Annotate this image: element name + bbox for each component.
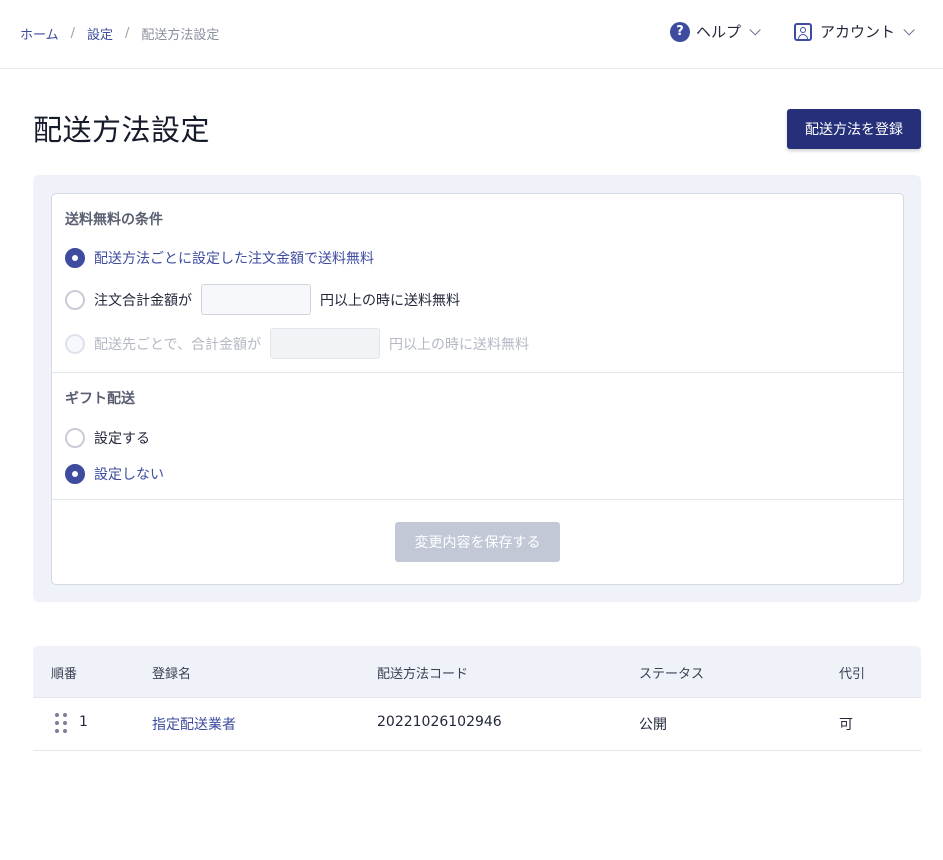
row-cod: 可 [839, 717, 853, 733]
row-name-link[interactable]: 指定配送業者 [152, 714, 236, 734]
free-shipping-option-per-method[interactable]: 配送方法ごとに設定した注文金額で送料無料 [65, 248, 374, 268]
gift-option-enable[interactable]: 設定する [65, 428, 150, 448]
top-bar: ホーム / 設定 / 配送方法設定 ? ヘルプ アカウント [0, 0, 943, 69]
breadcrumb-current: 配送方法設定 [141, 28, 220, 43]
table-header: 順番 登録名 配送方法コード ステータス 代引 [33, 646, 921, 698]
row-status: 公開 [639, 717, 667, 733]
option-destination-suffix: 円以上の時に送料無料 [389, 336, 530, 353]
header-cod: 代引 [839, 667, 866, 682]
breadcrumb-home[interactable]: ホーム [20, 24, 59, 43]
help-icon: ? [670, 21, 690, 42]
gift-disable-label: 設定しない [94, 467, 164, 483]
option-total-suffix: 円以上の時に送料無料 [320, 292, 460, 309]
table-row: 1 指定配送業者 20221026102946 公開 可 [33, 698, 921, 751]
row-order: 1 [79, 714, 88, 730]
breadcrumb-separator: / [125, 26, 130, 41]
save-changes-button[interactable]: 変更内容を保存する [395, 522, 560, 562]
radio-gift-enable[interactable] [65, 428, 85, 448]
free-shipping-option-total: 注文合計金額が 円以上の時に送料無料 [65, 284, 460, 315]
help-label: ヘルプ [696, 23, 742, 41]
destination-amount-input [270, 328, 381, 359]
option-destination-prefix: 配送先ごとで、合計金額が [94, 336, 262, 353]
option-total-prefix: 注文合計金額が [94, 292, 192, 309]
account-label: アカウント [820, 23, 896, 41]
help-menu[interactable]: ? ヘルプ [670, 21, 761, 42]
chevron-down-icon [903, 23, 915, 36]
register-shipping-method-button[interactable]: 配送方法を登録 [787, 109, 921, 149]
gift-enable-label: 設定する [94, 431, 150, 447]
radio-gift-disable[interactable] [65, 464, 85, 484]
divider [52, 372, 903, 373]
header-status: ステータス [639, 667, 705, 682]
option-per-method-label: 配送方法ごとに設定した注文金額で送料無料 [94, 251, 374, 267]
chevron-down-icon [749, 23, 761, 36]
order-total-amount-input[interactable] [201, 284, 311, 315]
header-code: 配送方法コード [377, 667, 469, 682]
settings-card: 送料無料の条件 配送方法ごとに設定した注文金額で送料無料 注文合計金額が 円以上… [51, 193, 904, 585]
drag-handle-icon[interactable] [55, 713, 67, 733]
free-shipping-section-title: 送料無料の条件 [65, 212, 163, 228]
divider [52, 499, 903, 500]
header-order: 順番 [51, 667, 78, 682]
radio-order-total[interactable] [65, 289, 85, 310]
header-name: 登録名 [152, 667, 192, 682]
account-icon [794, 22, 812, 41]
gift-section-title: ギフト配送 [65, 391, 135, 407]
breadcrumb-settings[interactable]: 設定 [87, 24, 113, 43]
radio-per-destination [65, 333, 85, 354]
page-title: 配送方法設定 [33, 113, 211, 147]
free-shipping-option-destination: 配送先ごとで、合計金額が 円以上の時に送料無料 [65, 328, 529, 359]
breadcrumb: ホーム / 設定 / 配送方法設定 [20, 24, 219, 43]
breadcrumb-separator: / [70, 26, 76, 41]
gift-option-disable[interactable]: 設定しない [65, 464, 164, 484]
account-menu[interactable]: アカウント [794, 21, 915, 42]
radio-per-method[interactable] [65, 248, 85, 268]
row-code: 20221026102946 [377, 714, 502, 730]
shipping-methods-table: 順番 登録名 配送方法コード ステータス 代引 1 指定配送業者 2022102… [33, 646, 921, 751]
